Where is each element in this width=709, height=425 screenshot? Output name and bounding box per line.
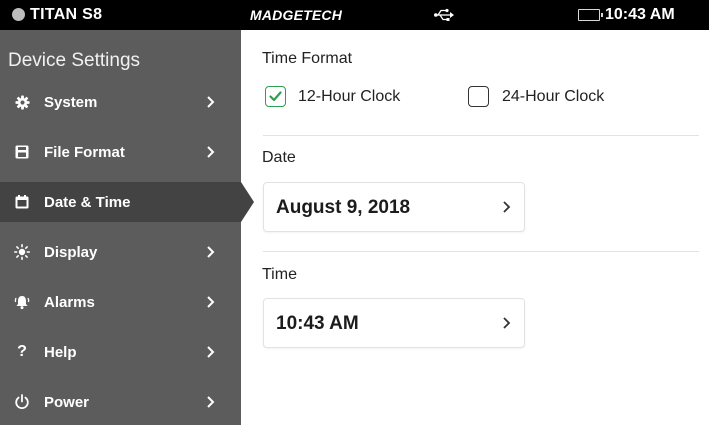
status-clock: 10:43 AM (605, 6, 675, 23)
time-title: Time (262, 266, 297, 283)
divider (263, 135, 699, 136)
sidebar-item-label: Power (44, 394, 90, 411)
sidebar-item-label: File Format (44, 144, 125, 161)
brand-logo: MADGETECH (250, 7, 343, 23)
settings-panel: Time Format 12-Hour Clock 24-Hour Clock … (241, 30, 709, 425)
date-title: Date (262, 149, 296, 166)
sidebar: Device Settings System File Format Date … (0, 30, 254, 425)
status-bar: TITAN S8 MADGETECH 10:43 AM (0, 0, 709, 30)
sidebar-item-file-format[interactable]: File Format (0, 132, 241, 172)
chevron-right-icon (206, 345, 215, 364)
date-value: August 9, 2018 (276, 197, 411, 218)
status-indicator (12, 8, 25, 21)
chevron-right-icon (206, 245, 215, 264)
date-picker-button[interactable]: August 9, 2018 (263, 182, 525, 232)
12-hour-label[interactable]: 12-Hour Clock (298, 88, 400, 106)
sidebar-item-label: Alarms (44, 294, 95, 311)
usb-icon (434, 7, 454, 28)
sidebar-item-date-time[interactable]: Date & Time (0, 182, 254, 222)
chevron-right-icon (206, 295, 215, 314)
time-format-title: Time Format (262, 50, 353, 67)
sidebar-item-system[interactable]: System (0, 82, 241, 122)
chevron-right-icon (502, 316, 511, 335)
sidebar-item-label: Display (44, 244, 98, 261)
battery-icon (578, 9, 603, 21)
power-icon (14, 394, 30, 410)
sidebar-title: Device Settings (8, 50, 141, 71)
sidebar-item-label: Date & Time (44, 194, 131, 211)
24-hour-checkbox[interactable] (468, 86, 489, 107)
sidebar-item-label: Help (44, 344, 77, 361)
time-picker-button[interactable]: 10:43 AM (263, 298, 525, 348)
gear-icon (14, 94, 30, 110)
divider (263, 251, 699, 252)
chevron-right-icon (206, 95, 215, 114)
sidebar-item-display[interactable]: Display (0, 232, 241, 272)
sidebar-item-help[interactable]: ? Help (0, 332, 241, 372)
sidebar-item-label: System (44, 94, 98, 111)
chevron-right-icon (206, 145, 215, 164)
help-icon: ? (17, 343, 27, 360)
time-value: 10:43 AM (276, 313, 359, 334)
chevron-right-icon (206, 395, 215, 414)
chevron-right-icon (502, 200, 511, 219)
checkmark-icon (269, 91, 282, 102)
sidebar-item-alarms[interactable]: Alarms (0, 282, 241, 322)
device-name: TITAN S8 (30, 6, 103, 23)
24-hour-label[interactable]: 24-Hour Clock (502, 88, 604, 106)
calendar-icon (14, 194, 30, 210)
bell-icon (14, 294, 30, 310)
12-hour-checkbox[interactable] (265, 86, 286, 107)
sidebar-item-power[interactable]: Power (0, 382, 241, 422)
save-icon (14, 144, 30, 160)
brightness-icon (14, 244, 30, 260)
